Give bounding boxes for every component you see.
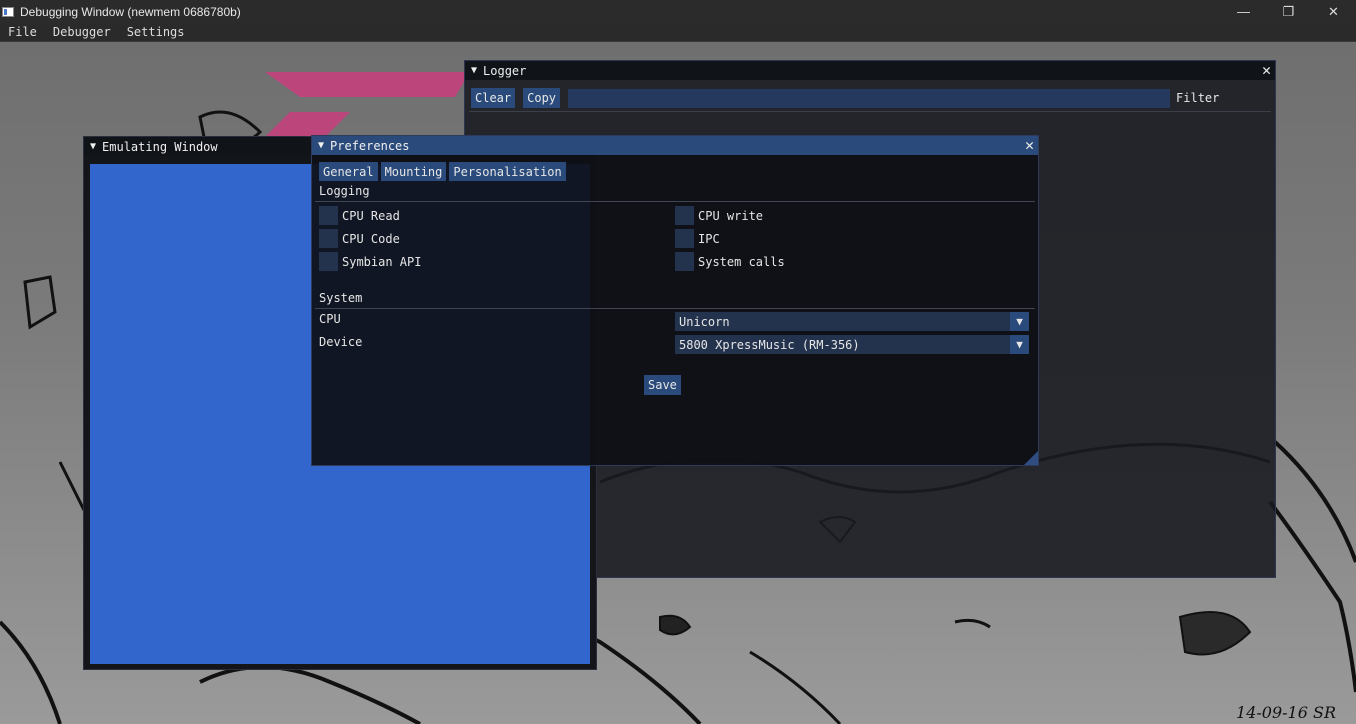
resize-grip-icon[interactable] xyxy=(1024,451,1038,465)
menu-debugger[interactable]: Debugger xyxy=(45,25,119,39)
logging-separator xyxy=(315,201,1035,202)
checkbox[interactable] xyxy=(675,206,694,225)
filter-input[interactable] xyxy=(568,88,1171,108)
logger-titlebar[interactable]: ▼ Logger ✕ xyxy=(465,61,1275,80)
logging-section-label: Logging xyxy=(319,184,370,198)
checkbox[interactable] xyxy=(319,252,338,271)
check-label: IPC xyxy=(698,231,720,246)
logger-toolbar: Clear Copy Filter xyxy=(471,87,1269,109)
checkbox[interactable] xyxy=(319,229,338,248)
menu-file[interactable]: File xyxy=(0,25,45,39)
cpu-select-value: Unicorn xyxy=(679,314,730,329)
device-label: Device xyxy=(319,335,363,349)
device-select-value: 5800 XpressMusic (RM-356) xyxy=(679,337,860,352)
check-label: CPU Read xyxy=(342,208,400,223)
emulating-title: Emulating Window xyxy=(102,139,218,154)
check-cpu-write[interactable]: CPU write xyxy=(675,206,763,225)
cpu-select[interactable]: Unicorn ▼ xyxy=(675,312,1029,331)
check-label: CPU write xyxy=(698,208,764,223)
collapse-arrow-icon[interactable]: ▼ xyxy=(318,140,324,151)
app-icon xyxy=(2,6,14,17)
save-button[interactable]: Save xyxy=(644,375,681,395)
wallpaper-signature: 14-09-16 SR xyxy=(1236,703,1336,722)
preferences-window: ▼ Preferences ✕ General Mounting Persona… xyxy=(311,135,1039,466)
collapse-arrow-icon[interactable]: ▼ xyxy=(471,65,477,76)
preferences-title: Preferences xyxy=(330,138,410,153)
filter-label: Filter xyxy=(1176,91,1220,105)
check-label: System calls xyxy=(698,254,785,269)
tab-personalisation[interactable]: Personalisation xyxy=(449,162,566,181)
close-icon[interactable]: ✕ xyxy=(1262,62,1271,78)
collapse-arrow-icon[interactable]: ▼ xyxy=(90,141,96,152)
window-title: Debugging Window (newmem 0686780b) xyxy=(20,4,241,19)
logger-separator xyxy=(469,111,1271,112)
preferences-tabs: General Mounting Personalisation xyxy=(319,162,569,181)
check-symbian-api[interactable]: Symbian API xyxy=(319,252,421,271)
logger-title: Logger xyxy=(483,63,527,78)
check-ipc[interactable]: IPC xyxy=(675,229,720,248)
system-separator xyxy=(315,308,1035,309)
check-cpu-code[interactable]: CPU Code xyxy=(319,229,400,248)
clear-button[interactable]: Clear xyxy=(471,88,516,108)
chevron-down-icon[interactable]: ▼ xyxy=(1010,312,1029,331)
system-section-label: System xyxy=(319,291,363,305)
tab-mounting[interactable]: Mounting xyxy=(380,162,447,181)
preferences-titlebar[interactable]: ▼ Preferences ✕ xyxy=(312,136,1038,155)
minimize-button[interactable]: — xyxy=(1221,0,1266,23)
os-titlebar: Debugging Window (newmem 0686780b) — ❐ ✕ xyxy=(0,0,1356,23)
check-cpu-read[interactable]: CPU Read xyxy=(319,206,400,225)
checkbox[interactable] xyxy=(675,252,694,271)
tab-general[interactable]: General xyxy=(319,162,378,181)
check-system-calls[interactable]: System calls xyxy=(675,252,785,271)
check-label: CPU Code xyxy=(342,231,400,246)
cpu-label: CPU xyxy=(319,312,341,326)
check-label: Symbian API xyxy=(342,254,422,269)
menu-bar: File Debugger Settings xyxy=(0,23,1356,42)
chevron-down-icon[interactable]: ▼ xyxy=(1010,335,1029,354)
menu-settings[interactable]: Settings xyxy=(119,25,193,39)
close-icon[interactable]: ✕ xyxy=(1025,137,1034,153)
maximize-button[interactable]: ❐ xyxy=(1266,0,1311,23)
checkbox[interactable] xyxy=(319,206,338,225)
checkbox[interactable] xyxy=(675,229,694,248)
window-controls: — ❐ ✕ xyxy=(1221,0,1356,23)
close-window-button[interactable]: ✕ xyxy=(1311,0,1356,23)
copy-button[interactable]: Copy xyxy=(523,88,561,108)
device-select[interactable]: 5800 XpressMusic (RM-356) ▼ xyxy=(675,335,1029,354)
